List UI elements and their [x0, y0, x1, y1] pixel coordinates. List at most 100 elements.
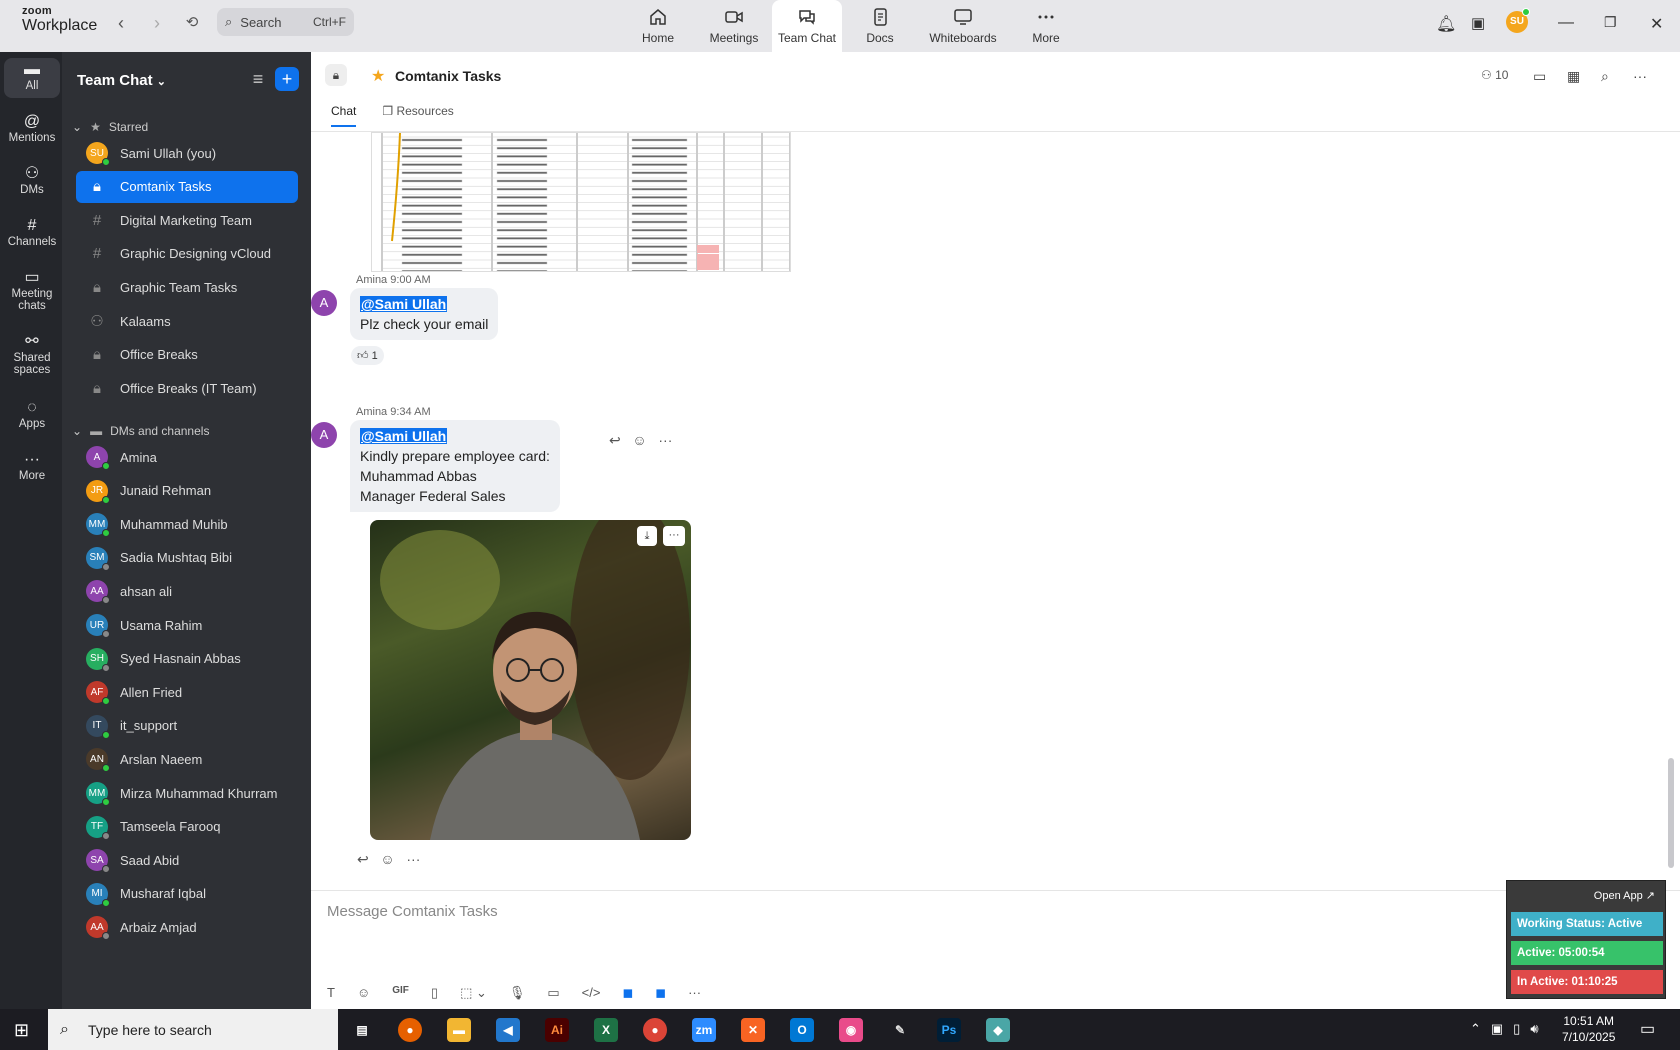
sidebar-item[interactable]: AA ahsan ali [76, 575, 298, 607]
emoji-icon[interactable]: ☺ [380, 851, 394, 867]
sidebar-item[interactable]: ⚇ Kalaams [76, 305, 298, 337]
sidebar-item[interactable]: AA Arbaiz Amjad [76, 911, 298, 943]
app-icon[interactable]: ◼ [622, 985, 633, 1001]
rail-channels[interactable]: # Channels [4, 218, 60, 249]
emoji-icon[interactable]: ☺ [632, 432, 646, 448]
clock[interactable]: 10:51 AM 7/10/2025 [1562, 1013, 1615, 1045]
sidebar-item[interactable]: SM Sadia Mushtaq Bibi [76, 542, 298, 574]
sidebar-item[interactable]: # Graphic Designing vCloud [76, 238, 298, 270]
rail-apps[interactable]: ◌ Apps [4, 400, 60, 431]
avatar[interactable]: A [311, 422, 337, 448]
close-icon[interactable]: ✕ [1650, 14, 1663, 34]
reaction-thumbs-up[interactable]: 👍︎ 1 [351, 346, 384, 365]
pen-icon[interactable]: ✎ [888, 1018, 912, 1042]
tab-chat[interactable]: Chat [331, 104, 357, 127]
sidebar-item[interactable]: AN Arslan Naeem [76, 743, 298, 775]
download-icon[interactable]: ⤓ [637, 526, 657, 546]
bell-icon[interactable]: 🔔︎ [1436, 14, 1456, 34]
scrollbar[interactable] [1668, 758, 1674, 868]
tab-whiteboards[interactable]: Whiteboards [918, 0, 1008, 52]
more-icon[interactable]: ··· [1633, 68, 1647, 84]
sidebar-item[interactable]: AF Allen Fried [76, 676, 298, 708]
sidebar-item[interactable]: 🔒︎ Office Breaks (IT Team) [76, 372, 298, 404]
star-icon[interactable]: ★ [371, 66, 385, 86]
search-icon[interactable]: ⌕ [1601, 68, 1609, 85]
sidebar-item[interactable]: TF Tamseela Farooq [76, 811, 298, 843]
spreadsheet-image[interactable] [371, 132, 791, 272]
emoji-icon[interactable]: ☺ [357, 985, 370, 1001]
tab-team-chat[interactable]: Team Chat [772, 0, 842, 52]
app-icon[interactable]: ◆ [986, 1018, 1010, 1042]
tab-resources[interactable]: ❐ Resources [382, 104, 453, 127]
starred-section-header[interactable]: ⌄ ★ Starred [72, 120, 148, 134]
open-app-link[interactable]: Open App ↗ [1594, 889, 1655, 902]
vscode-icon[interactable]: ◀ [496, 1018, 520, 1042]
sidebar-item[interactable]: UR Usama Rahim [76, 609, 298, 641]
illustrator-icon[interactable]: Ai [545, 1018, 569, 1042]
sidebar-item[interactable]: 🔒︎ Graphic Team Tasks [76, 271, 298, 303]
task-view-icon[interactable]: ▤ [350, 1018, 374, 1042]
back-icon[interactable]: ‹ [110, 12, 132, 34]
mention[interactable]: @Sami Ullah [360, 428, 448, 444]
calendar-gift-icon[interactable]: ▣ [1471, 14, 1485, 32]
photos-icon[interactable]: ◉ [839, 1018, 863, 1042]
tab-docs[interactable]: Docs [842, 0, 918, 52]
mention[interactable]: @Sami Ullah [360, 296, 448, 312]
minimize-icon[interactable]: — [1558, 14, 1574, 32]
calendar-icon[interactable]: ▦ [1567, 68, 1580, 85]
rail-all[interactable]: ▬ All [4, 58, 60, 98]
sidebar-item[interactable]: 🔒︎ Office Breaks [76, 339, 298, 371]
rail-meeting-chats[interactable]: ▭ Meeting chats [4, 270, 60, 313]
outlook-icon[interactable]: O [790, 1018, 814, 1042]
sidebar-item[interactable]: SH Syed Hasnain Abbas [76, 643, 298, 675]
sidebar-item[interactable]: MI Musharaf Iqbal [76, 878, 298, 910]
sidebar-item[interactable]: MM Muhammad Muhib [76, 508, 298, 540]
rail-shared-spaces[interactable]: ⚯ Shared spaces [4, 334, 60, 377]
sidebar-item[interactable]: SA Saad Abid [76, 844, 298, 876]
channel-title[interactable]: Comtanix Tasks [395, 68, 501, 84]
notification-icon[interactable]: ▭ [1640, 1019, 1655, 1039]
more-icon[interactable]: ··· [688, 985, 701, 1001]
sidebar-item[interactable]: IT it_support [76, 710, 298, 742]
reply-icon[interactable]: ↩ [609, 432, 621, 448]
photoshop-icon[interactable]: Ps [937, 1018, 961, 1042]
code-icon[interactable]: </> [582, 985, 601, 1001]
members-count[interactable]: ⚇ 10 [1481, 68, 1508, 82]
forward-icon[interactable]: › [146, 12, 168, 34]
maximize-icon[interactable]: ❐ [1604, 14, 1617, 31]
excel-icon[interactable]: X [594, 1018, 618, 1042]
rail-dms[interactable]: ⚇ DMs [4, 166, 60, 197]
rail-more[interactable]: ··· More [4, 452, 60, 483]
sidebar-item[interactable]: 🔒︎ Comtanix Tasks [76, 170, 298, 203]
filter-icon[interactable]: ≡ [246, 67, 270, 91]
avatar[interactable]: A [311, 290, 337, 316]
sidebar-item[interactable]: # Digital Marketing Team [76, 204, 298, 236]
sidebar-item[interactable]: SU Sami Ullah (you) [76, 137, 298, 169]
firefox-icon[interactable]: ● [398, 1018, 422, 1042]
message-input[interactable]: Message Comtanix Tasks [327, 903, 498, 920]
more-icon[interactable]: ··· [663, 526, 685, 546]
windows-start-icon[interactable]: ⊞ [14, 1020, 29, 1041]
sidebar-item[interactable]: A Amina [76, 441, 298, 473]
dms-section-header[interactable]: ⌄ ▬ DMs and channels [72, 424, 209, 438]
file-icon[interactable]: ▯ [431, 985, 438, 1001]
new-chat-button[interactable]: + [275, 67, 299, 91]
sidebar-title[interactable]: Team Chat ⌄ [77, 72, 166, 89]
zoom-taskbar-icon[interactable]: zm [692, 1018, 716, 1042]
text-format-icon[interactable]: T [327, 985, 335, 1001]
sidebar-item[interactable]: JR Junaid Rehman [76, 475, 298, 507]
rail-mentions[interactable]: @ Mentions [4, 114, 60, 145]
taskbar-search[interactable]: ⌕ Type here to search [48, 1009, 338, 1050]
reply-icon[interactable]: ↩ [357, 851, 369, 867]
video-message-icon[interactable]: ▭ [547, 985, 559, 1001]
history-icon[interactable]: ⟲ [181, 12, 203, 34]
screenshot-icon[interactable]: ⬚ ⌄ [460, 985, 487, 1001]
system-tray[interactable]: ⌃▣▯🔊︎ [1470, 1021, 1549, 1037]
microphone-icon[interactable]: 🎙︎ [509, 985, 526, 1001]
search-box[interactable]: ⌕ Search Ctrl+F [217, 8, 354, 36]
file-explorer-icon[interactable]: ▬ [447, 1018, 471, 1042]
chrome-icon[interactable]: ● [643, 1018, 667, 1042]
tab-meetings[interactable]: Meetings [696, 0, 772, 52]
shared-photo[interactable]: ⤓ ··· [370, 520, 691, 840]
zoom-app-icon[interactable]: ◼ [655, 985, 666, 1001]
